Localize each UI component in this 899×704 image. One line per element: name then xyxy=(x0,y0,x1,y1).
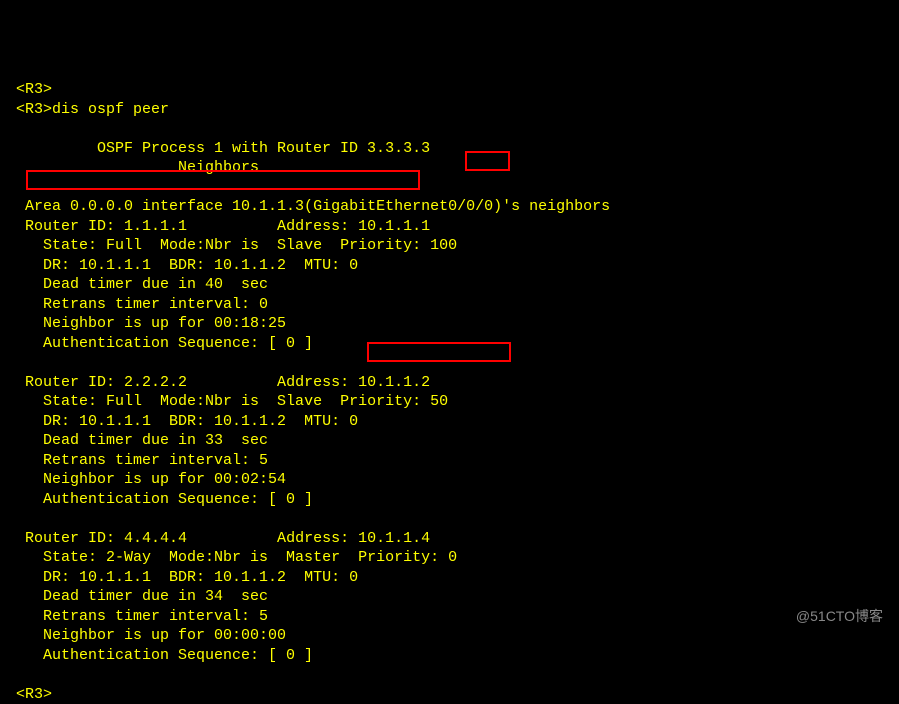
neighbor-2-dead-timer: 34 xyxy=(205,588,223,605)
neighbor-0-mode: Nbr is Slave xyxy=(205,237,322,254)
terminal-line-prev: <R3> xyxy=(16,81,52,98)
neighbor-0-address: 10.1.1.1 xyxy=(358,218,430,235)
neighbor-1-priority: 50 xyxy=(430,393,448,410)
area-line: Area 0.0.0.0 interface 10.1.1.3(GigabitE… xyxy=(25,198,610,215)
neighbor-2-state: 2-Way xyxy=(106,549,151,566)
neighbor-2-mtu: 0 xyxy=(349,569,358,586)
terminal-prompt-bottom[interactable]: <R3> xyxy=(16,686,52,703)
neighbor-1-dr: 10.1.1.1 xyxy=(79,413,151,430)
neighbor-2-address: 10.1.1.4 xyxy=(358,530,430,547)
neighbor-1-auth: [ 0 ] xyxy=(268,491,313,508)
highlight-priority-100 xyxy=(465,151,510,171)
neighbor-1-bdr: 10.1.1.2 xyxy=(214,413,286,430)
highlight-priority-50 xyxy=(367,342,511,362)
neighbor-0-retrans: 0 xyxy=(259,296,268,313)
neighbor-0-router-id: 1.1.1.1 xyxy=(124,218,187,235)
neighbor-0-state: Full xyxy=(106,237,142,254)
neighbor-1-router-id: 2.2.2.2 xyxy=(124,374,187,391)
ospf-header-2: Neighbors xyxy=(178,159,259,176)
neighbor-1-mtu: 0 xyxy=(349,413,358,430)
neighbor-2-auth: [ 0 ] xyxy=(268,647,313,664)
neighbor-0-priority: 100 xyxy=(430,237,457,254)
neighbor-1-mode: Nbr is Slave xyxy=(205,393,322,410)
neighbor-0-uptime: 00:18:25 xyxy=(214,315,286,332)
neighbor-2-bdr: 10.1.1.2 xyxy=(214,569,286,586)
neighbor-1-dead-timer: 33 xyxy=(205,432,223,449)
ospf-header-1: OSPF Process 1 with Router ID 3.3.3.3 xyxy=(97,140,430,157)
neighbor-0-bdr: 10.1.1.2 xyxy=(214,257,286,274)
neighbor-2-priority: 0 xyxy=(448,549,457,566)
neighbor-2-mode: Nbr is Master xyxy=(214,549,340,566)
neighbor-2-retrans: 5 xyxy=(259,608,268,625)
neighbor-0-dr: 10.1.1.1 xyxy=(79,257,151,274)
neighbor-0-auth: [ 0 ] xyxy=(268,335,313,352)
neighbor-0-mtu: 0 xyxy=(349,257,358,274)
terminal-prompt: <R3> xyxy=(16,101,52,118)
neighbor-2-router-id: 4.4.4.4 xyxy=(124,530,187,547)
terminal-command[interactable]: dis ospf peer xyxy=(52,101,169,118)
neighbor-1-address: 10.1.1.2 xyxy=(358,374,430,391)
neighbor-0-dead-timer: 40 xyxy=(205,276,223,293)
neighbor-2-dr: 10.1.1.1 xyxy=(79,569,151,586)
neighbor-1-state: Full xyxy=(106,393,142,410)
watermark-text: @51CTO博客 xyxy=(796,607,883,625)
neighbor-1-uptime: 00:02:54 xyxy=(214,471,286,488)
neighbor-1-retrans: 5 xyxy=(259,452,268,469)
neighbor-2-uptime: 00:00:00 xyxy=(214,627,286,644)
